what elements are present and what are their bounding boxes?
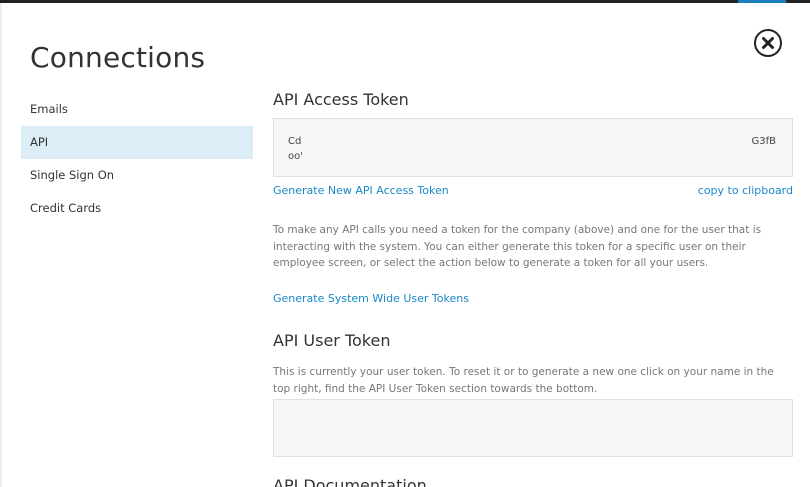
generate-api-access-token-link[interactable]: Generate New API Access Token: [273, 184, 449, 197]
sidebar-item-single-sign-on[interactable]: Single Sign On: [21, 159, 253, 192]
connections-page: Connections Emails API Single Sign On Cr…: [0, 0, 810, 487]
api-user-token-field[interactable]: [273, 399, 793, 457]
left-gutter: [0, 3, 2, 487]
generate-system-wide-tokens-link[interactable]: Generate System Wide User Tokens: [273, 292, 469, 305]
top-bar-accent: [738, 0, 786, 3]
api-user-token-heading: API User Token: [273, 331, 391, 350]
close-icon: [762, 37, 774, 49]
main-content: API Access Token Cd G3fB oo' Generate Ne…: [273, 88, 793, 487]
sidebar-item-api[interactable]: API: [21, 126, 253, 159]
api-access-token-field[interactable]: Cd G3fB oo': [273, 118, 793, 177]
token-value-line1-end: G3fB: [751, 136, 777, 147]
sidebar-item-emails[interactable]: Emails: [21, 93, 253, 126]
copy-to-clipboard-link[interactable]: copy to clipboard: [698, 184, 793, 197]
top-bar: [0, 0, 810, 3]
api-access-token-heading: API Access Token: [273, 90, 409, 109]
api-documentation-heading: API Documentation: [273, 476, 427, 487]
close-button[interactable]: [754, 29, 782, 57]
token-value-line1-start: Cd: [288, 136, 302, 147]
sidebar-nav: Emails API Single Sign On Credit Cards: [21, 93, 253, 225]
api-user-token-description: This is currently your user token. To re…: [273, 366, 774, 395]
page-title: Connections: [30, 40, 206, 74]
api-token-description: To make any API calls you need a token f…: [273, 224, 762, 269]
token-value-line2-start: oo': [288, 151, 303, 162]
sidebar-item-credit-cards[interactable]: Credit Cards: [21, 192, 253, 225]
